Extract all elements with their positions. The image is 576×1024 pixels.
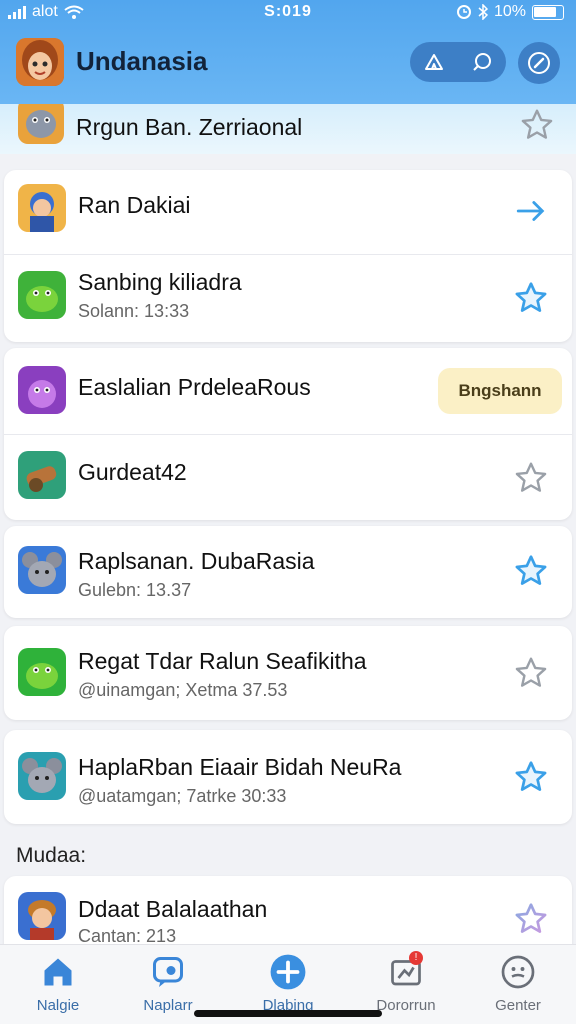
star-outline-icon xyxy=(515,903,547,933)
hippo-avatar-icon xyxy=(18,104,64,144)
status-bar: alot S:019 10% xyxy=(0,0,576,26)
list-card: Easlalian PrdeleaRous Bngshann Gurdeat42 xyxy=(4,348,572,520)
favorite-button[interactable] xyxy=(512,654,550,692)
row-subtitle: Cantan: 213 xyxy=(78,926,177,944)
search-icon[interactable] xyxy=(470,50,494,74)
bluetooth-icon xyxy=(478,4,488,20)
face-icon xyxy=(499,953,537,991)
status-right: 10% xyxy=(456,3,564,21)
row-subtitle: Solann: 13:33 xyxy=(78,301,190,321)
star-outline-icon xyxy=(515,462,547,492)
list-card[interactable]: Ddaat Balalaathan Cantan: 213 xyxy=(4,876,572,944)
chat-icon xyxy=(149,953,187,991)
game-list: Rrgun Ban. Zerriaonal Ran Dakiai Sanbing… xyxy=(0,104,576,944)
list-card[interactable]: HaplaRban Eiaair Bidah NeuRa @uatamgan; … xyxy=(4,730,572,824)
arrow-right-icon xyxy=(516,201,545,221)
notification-badge: ! xyxy=(409,951,423,965)
favorite-button[interactable] xyxy=(512,459,550,497)
girl-avatar-icon xyxy=(16,38,64,86)
row-subtitle: @uatamgan; 7atrke 30:33 xyxy=(78,786,287,806)
top-list-item[interactable]: Rrgun Ban. Zerriaonal xyxy=(0,104,576,154)
tent-icon[interactable] xyxy=(422,50,446,74)
list-item[interactable]: Gurdeat42 xyxy=(4,435,572,520)
mouse-avatar-icon xyxy=(18,752,66,800)
list-card: Ran Dakiai Sanbing kiliadra Solann: 13:3… xyxy=(4,170,572,342)
favorite-button[interactable] xyxy=(512,900,550,938)
list-item[interactable]: Ran Dakiai xyxy=(4,170,572,254)
cannon-icon xyxy=(18,451,66,499)
green-creature-icon xyxy=(18,648,66,696)
battery-icon xyxy=(532,4,564,20)
row-title: Easlalian PrdeleaRous xyxy=(78,374,311,400)
battery-percent: 10% xyxy=(493,3,526,20)
star-outline-icon xyxy=(521,109,553,139)
alarm-icon xyxy=(456,5,471,19)
mouse-avatar-icon xyxy=(18,546,66,594)
tab-profile[interactable]: Genter xyxy=(468,953,568,1014)
star-filled-icon xyxy=(515,555,547,585)
home-indicator[interactable] xyxy=(194,1010,382,1017)
compose-button[interactable] xyxy=(518,42,560,84)
get-button[interactable]: Bngshann xyxy=(438,368,562,414)
star-filled-icon xyxy=(515,282,547,312)
tab-label: Genter xyxy=(495,997,541,1014)
app-title: Undanasia xyxy=(76,46,208,76)
list-item[interactable]: Sanbing kiliadra Solann: 13:33 xyxy=(4,255,572,342)
tab-map[interactable]: ! Dororrun xyxy=(356,951,456,1014)
edit-icon xyxy=(528,52,550,74)
header-action-group xyxy=(410,42,506,82)
list-item[interactable]: Easlalian PrdeleaRous Bngshann xyxy=(4,348,572,434)
tab-chat[interactable]: Naplarr xyxy=(118,953,218,1014)
home-icon xyxy=(39,953,77,991)
tab-create[interactable]: Dlabing xyxy=(238,953,338,1014)
favorite-button[interactable] xyxy=(512,279,550,317)
row-title: Rrgun Ban. Zerriaonal xyxy=(76,114,303,140)
row-title: Regat Tdar Ralun Seafikitha xyxy=(78,648,367,674)
favorite-button[interactable] xyxy=(512,552,550,590)
row-title: Raplsanan. DubaRasia xyxy=(78,548,315,574)
favorite-button[interactable] xyxy=(518,106,556,144)
open-button[interactable] xyxy=(512,192,550,230)
star-outline-icon xyxy=(515,657,547,687)
row-title: Ran Dakiai xyxy=(78,192,191,218)
map-icon: ! xyxy=(387,951,425,991)
row-subtitle: Gulebn: 13.37 xyxy=(78,580,192,600)
row-title: Sanbing kiliadra xyxy=(78,269,242,295)
purple-creature-icon xyxy=(18,366,66,414)
row-subtitle: @uinamgan; Xetma 37.53 xyxy=(78,680,288,700)
green-creature-icon xyxy=(18,271,66,319)
list-card[interactable]: Regat Tdar Ralun Seafikitha @uinamgan; X… xyxy=(4,626,572,720)
list-card[interactable]: Raplsanan. DubaRasia Gulebn: 13.37 xyxy=(4,526,572,618)
tab-home[interactable]: Nalgie xyxy=(8,953,108,1014)
row-title: Ddaat Balalaathan xyxy=(78,896,268,922)
star-filled-icon xyxy=(515,761,547,791)
favorite-button[interactable] xyxy=(512,758,550,796)
row-title: Gurdeat42 xyxy=(78,459,187,485)
row-title: HaplaRban Eiaair Bidah NeuRa xyxy=(78,754,402,780)
hero-avatar-icon xyxy=(18,892,66,940)
app-header: alot S:019 10% Undanasia xyxy=(0,0,576,104)
app-avatar[interactable] xyxy=(16,38,64,86)
section-label: Mudaa: xyxy=(16,844,87,867)
plus-circle-icon xyxy=(269,953,307,991)
warrior-avatar-icon xyxy=(18,184,66,232)
tab-label: Nalgie xyxy=(36,997,80,1014)
